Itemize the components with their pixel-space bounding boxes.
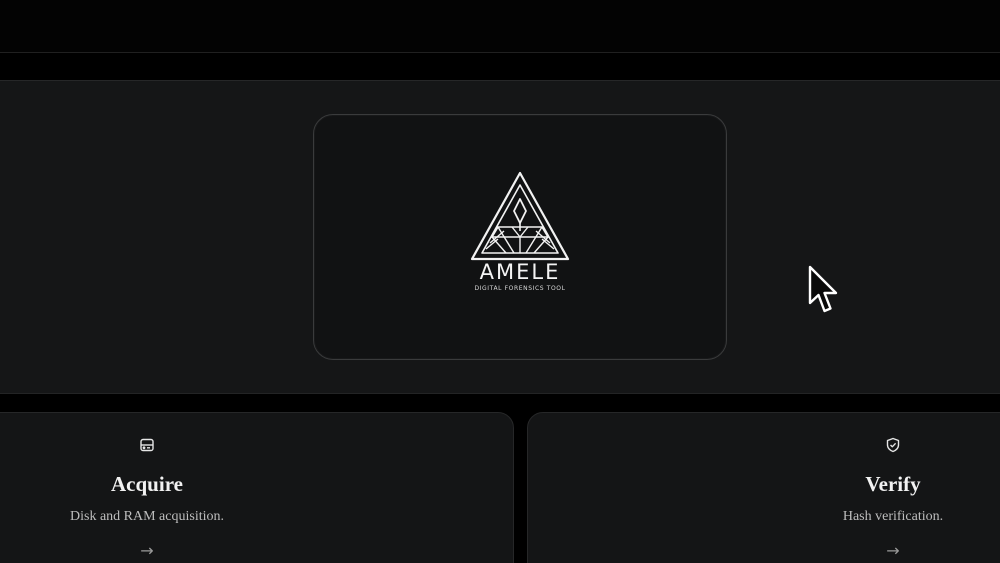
- brand-name: AMELE: [479, 260, 561, 284]
- hard-drive-icon: [140, 438, 154, 452]
- feature-description: Disk and RAM acquisition.: [70, 509, 224, 524]
- arrow-right-icon[interactable]: →: [763, 543, 1000, 559]
- app-viewport: AMELE DIGITAL FORENSICS TOOL Acquire Dis…: [0, 0, 1000, 563]
- top-navigation-band: [0, 0, 1000, 53]
- logo-card: AMELE DIGITAL FORENSICS TOOL: [313, 114, 727, 360]
- feature-content: Verify Hash verification. →: [763, 437, 1000, 559]
- brand-tagline: DIGITAL FORENSICS TOOL: [474, 285, 566, 292]
- feature-card-acquire[interactable]: Acquire Disk and RAM acquisition. →: [0, 412, 514, 563]
- shield-check-icon: [886, 437, 900, 453]
- feature-card-verify[interactable]: Verify Hash verification. →: [527, 412, 1000, 563]
- feature-content: Acquire Disk and RAM acquisition. →: [17, 437, 277, 559]
- feature-title: Acquire: [111, 472, 183, 496]
- arrow-right-icon[interactable]: →: [17, 543, 277, 559]
- feature-title: Verify: [865, 472, 921, 496]
- feature-description: Hash verification.: [842, 509, 944, 524]
- mouse-pointer-icon: [808, 265, 838, 313]
